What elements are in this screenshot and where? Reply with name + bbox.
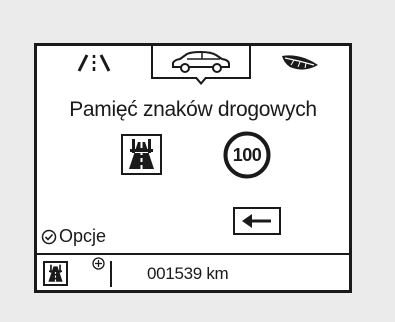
tab-bar [37,46,349,85]
tab-eco-info[interactable] [251,46,349,80]
check-circle-icon [41,229,57,244]
status-motorway-sign [43,261,68,286]
motorway-sign-icon [48,264,63,282]
tab-road-info[interactable] [37,46,151,80]
eco-leaf-icon [282,55,318,70]
odometer-reading: 001539 km [147,264,229,283]
status-bar: 001539 km [37,253,349,292]
back-arrow-icon [242,214,271,228]
options-button[interactable]: Opcje [41,226,106,247]
status-divider [110,261,112,287]
speed-limit-sign: 100 [223,131,271,179]
road-lanes-icon [77,54,111,72]
motorway-sign-icon [129,139,154,169]
speed-limit-value: 100 [232,144,262,165]
tab-vehicle-info[interactable] [151,46,251,85]
car-icon [172,50,230,73]
back-button[interactable] [233,207,281,235]
motorway-sign [121,134,162,175]
options-label: Opcje [59,226,107,246]
display-screen: Pamięć znaków drogowych 100 Opcje 001539… [34,43,352,293]
plus-circle-icon [92,257,105,270]
page-title: Pamięć znaków drogowych [69,98,317,121]
